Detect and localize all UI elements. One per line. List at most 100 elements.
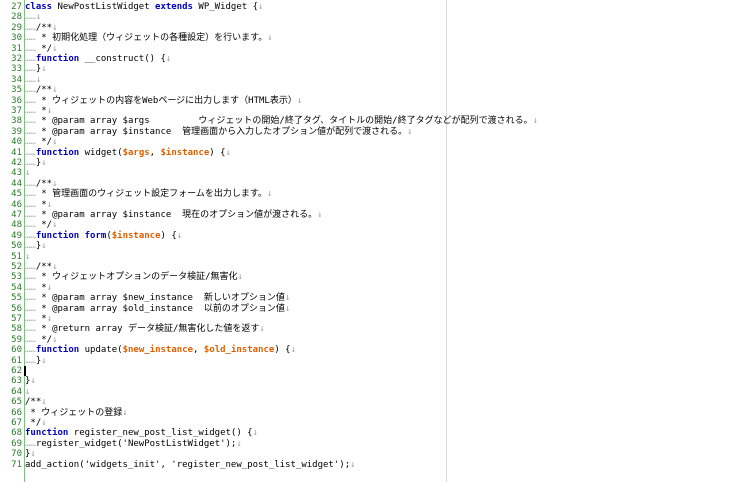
code-text[interactable]: ↓: [25, 387, 30, 397]
code-line[interactable]: 56…… * @param array $old_instance 以前のオプシ…: [0, 304, 750, 314]
code-text[interactable]: ……}↓: [25, 241, 47, 251]
code-text[interactable]: ……function update($new_instance, $old_in…: [25, 345, 296, 355]
code-text[interactable]: …… * 管理画面のウィジェット設定フォームを出力します。↓: [25, 189, 272, 199]
code-line[interactable]: 44 ……/**↓: [0, 179, 750, 189]
code-text[interactable]: ……function __construct() {↓: [25, 54, 171, 64]
code-text[interactable]: …… *↓: [25, 106, 52, 116]
code-text[interactable]: ……↓: [25, 12, 41, 22]
code-line[interactable]: 68 function register_new_post_list_widget…: [0, 428, 750, 438]
code-text[interactable]: …… * ウィジェットオプションのデータ検証/無害化↓: [25, 272, 243, 282]
code-text[interactable]: ……register_widget('NewPostListWidget');↓: [25, 439, 242, 449]
code-text[interactable]: …… * @return array データ検証/無害化した値を返す↓: [25, 324, 265, 334]
code-line[interactable]: 30…… * 初期化処理（ウィジェットの各種設定）を行います。↓: [0, 33, 750, 43]
code-text[interactable]: ……}↓: [25, 158, 47, 168]
code-text[interactable]: }↓: [25, 449, 36, 459]
code-line[interactable]: 32 ……function __construct() {↓: [0, 54, 750, 64]
code-line[interactable]: 61 ……}↓: [0, 356, 750, 366]
newline-marker: ↓: [532, 116, 539, 127]
code-text[interactable]: …… * @param array $new_instance 新しいオプション…: [25, 293, 290, 303]
code-line[interactable]: 45…… * 管理画面のウィジェット設定フォームを出力します。↓: [0, 189, 750, 199]
code-text[interactable]: function register_new_post_list_widget()…: [25, 428, 258, 438]
code-line[interactable]: 65/**↓: [0, 397, 750, 407]
code-token: */: [35, 43, 53, 54]
code-line[interactable]: 67 */↓: [0, 418, 750, 428]
code-text[interactable]: …… */↓: [25, 335, 58, 345]
code-text[interactable]: ……/**↓: [25, 262, 58, 272]
code-editor[interactable]: 27 class NewPostListWidget extends WP_Wid…: [0, 0, 750, 482]
code-text[interactable]: …… *↓: [25, 283, 52, 293]
code-text[interactable]: …… *↓: [25, 200, 52, 210]
code-line[interactable]: 37…… *↓: [0, 106, 750, 116]
code-text[interactable]: ……/**↓: [25, 179, 58, 189]
code-line[interactable]: 52 ……/**↓: [0, 262, 750, 272]
code-text[interactable]: ……function widget($args, $instance) {↓: [25, 148, 231, 158]
code-line[interactable]: 70}↓: [0, 449, 750, 459]
code-text[interactable]: …… */↓: [25, 44, 58, 54]
code-line[interactable]: 59…… */↓: [0, 335, 750, 345]
line-number: 52: [11, 262, 22, 272]
code-line[interactable]: 27 class NewPostListWidget extends WP_Wid…: [0, 2, 750, 12]
code-line[interactable]: 60 ……function update($new_instance, $old_…: [0, 345, 750, 355]
code-text[interactable]: …… */↓: [25, 220, 58, 230]
code-line[interactable]: 69 ……register_widget('NewPostListWidget')…: [0, 439, 750, 449]
code-line[interactable]: 55…… * @param array $new_instance 新しいオプシ…: [0, 293, 750, 303]
code-line[interactable]: 33 ……}↓: [0, 64, 750, 74]
code-text[interactable]: ……↓: [25, 75, 41, 85]
code-text[interactable]: add_action('widgets_init', 'register_new…: [25, 460, 356, 470]
newline-marker: ↓: [407, 126, 413, 137]
code-line[interactable]: 43 ↓: [0, 168, 750, 178]
code-text[interactable]: ↓: [25, 168, 30, 178]
code-text[interactable]: …… * @param array $instance 管理画面から入力したオプ…: [25, 127, 413, 137]
code-text[interactable]: }↓: [25, 376, 36, 386]
code-line[interactable]: 48…… */↓: [0, 220, 750, 230]
line-number: 58: [11, 324, 22, 335]
code-line[interactable]: 38…… * @param array $args ウィジェットの開始/終了タグ…: [0, 116, 750, 126]
code-line[interactable]: 42 ……}↓: [0, 158, 750, 168]
whitespace-marker: ……: [25, 116, 36, 127]
newline-marker: ↓: [41, 241, 47, 252]
code-line[interactable]: 63}↓: [0, 376, 750, 386]
code-line[interactable]: 47…… * @param array $instance 現在のオプション値が…: [0, 210, 750, 220]
code-text[interactable]: ……function form($instance) {↓: [25, 231, 182, 241]
code-text[interactable]: …… * @param array $args ウィジェットの開始/終了タグ、タ…: [25, 116, 538, 126]
code-text[interactable]: ↓: [25, 252, 30, 262]
code-line[interactable]: 58…… * @return array データ検証/無害化した値を返す↓: [0, 324, 750, 334]
code-line[interactable]: 39…… * @param array $instance 管理画面から入力した…: [0, 127, 750, 137]
code-text[interactable]: …… * @param array $old_instance 以前のオプション…: [25, 304, 290, 314]
code-line[interactable]: 31…… */↓: [0, 44, 750, 54]
code-line[interactable]: 64 ↓: [0, 387, 750, 397]
code-text[interactable]: …… * ウィジェットの内容をWebページに出力します（HTML表示）↓: [25, 96, 302, 106]
code-text[interactable]: ……/**↓: [25, 23, 58, 33]
keyword-token: function: [35, 147, 80, 158]
code-line[interactable]: 71 add_action('widgets_init', 'register_n…: [0, 460, 750, 470]
code-text[interactable]: …… * @param array $instance 現在のオプション値が渡さ…: [25, 210, 323, 220]
code-line[interactable]: 49 ……function form($instance) {↓: [0, 231, 750, 241]
code-text[interactable]: class NewPostListWidget extends WP_Widge…: [25, 2, 263, 12]
code-line[interactable]: 54…… *↓: [0, 283, 750, 293]
code-text[interactable]: ……}↓: [25, 356, 47, 366]
code-text[interactable]: * ウィジェットの登録↓: [25, 408, 127, 418]
code-line[interactable]: 36…… * ウィジェットの内容をWebページに出力します（HTML表示）↓: [0, 96, 750, 106]
code-line[interactable]: 57…… *↓: [0, 314, 750, 324]
code-text[interactable]: ……}↓: [25, 64, 47, 74]
code-line[interactable]: 66 * ウィジェットの登録↓: [0, 408, 750, 418]
code-line[interactable]: 29 ……/**↓: [0, 23, 750, 33]
line-number: 35: [11, 85, 22, 96]
code-text[interactable]: …… * 初期化処理（ウィジェットの各種設定）を行います。↓: [25, 33, 273, 43]
code-line[interactable]: 34 ……↓: [0, 75, 750, 85]
code-line[interactable]: 53…… * ウィジェットオプションのデータ検証/無害化↓: [0, 272, 750, 282]
code-line[interactable]: 41 ……function widget($args, $instance) {↓: [0, 148, 750, 158]
code-text[interactable]: ……/**↓: [25, 85, 58, 95]
code-text[interactable]: /**↓: [25, 397, 47, 407]
code-text[interactable]: …… *↓: [25, 314, 52, 324]
code-line[interactable]: 40…… */↓: [0, 137, 750, 147]
line-number: 47: [11, 210, 22, 220]
code-line[interactable]: 62: [0, 366, 750, 377]
code-line[interactable]: 50 ……}↓: [0, 241, 750, 251]
code-text[interactable]: */↓: [25, 418, 46, 428]
code-line[interactable]: 35 ……/**↓: [0, 85, 750, 95]
code-line[interactable]: 51 ↓: [0, 252, 750, 262]
code-text[interactable]: …… */↓: [25, 137, 58, 147]
code-line[interactable]: 46…… *↓: [0, 200, 750, 210]
code-line[interactable]: 28 ……↓: [0, 12, 750, 22]
